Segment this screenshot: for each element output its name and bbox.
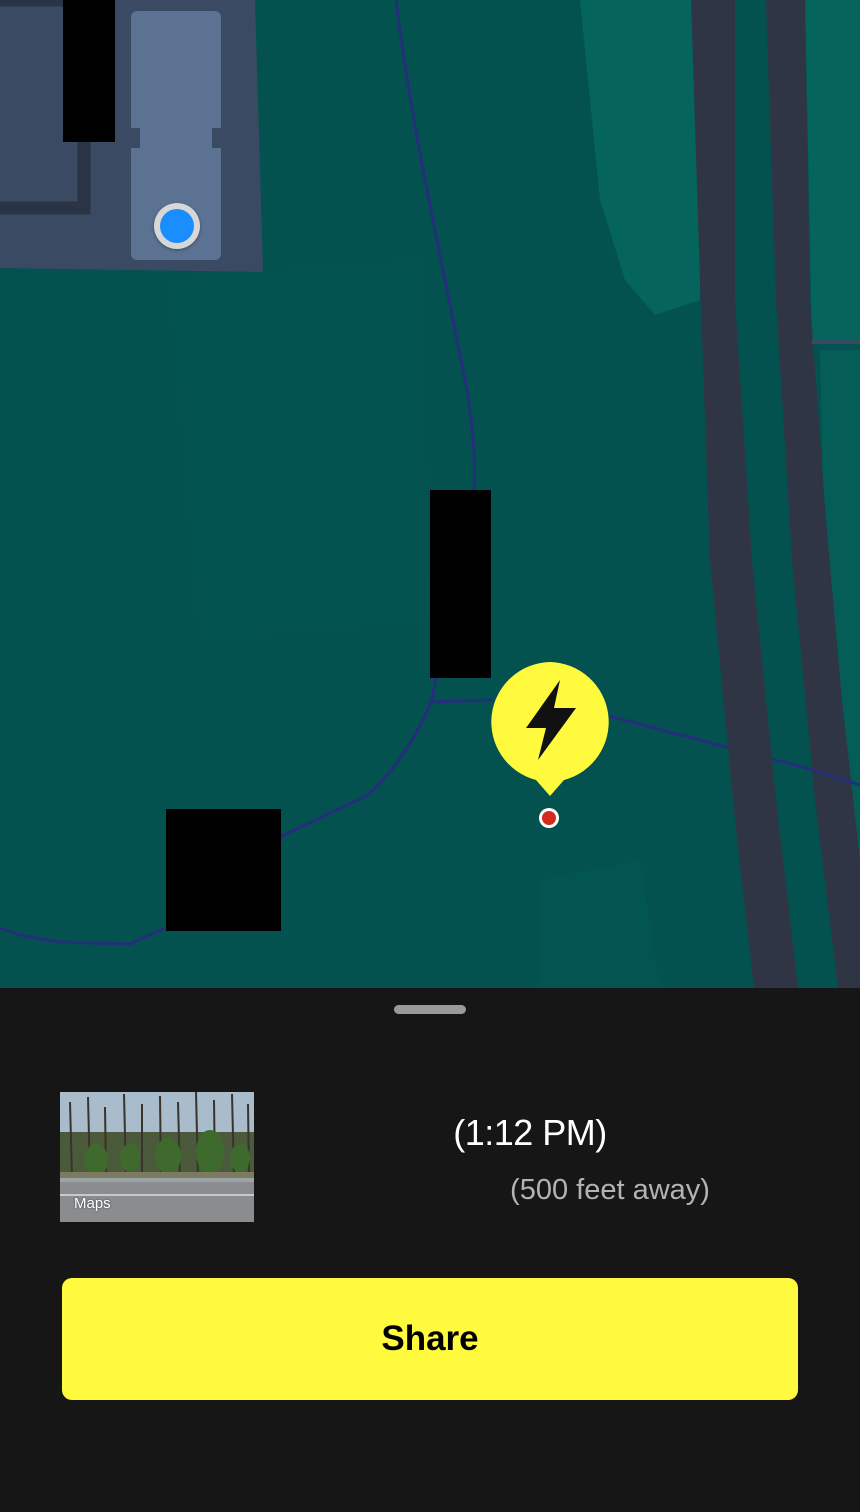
map-view[interactable] (0, 0, 860, 988)
app-screen: Maps (1:12 PM) (500 feet away) Share (0, 0, 860, 1512)
user-location-dot (154, 203, 200, 249)
pin-location-marker-inner (542, 811, 556, 825)
pin-location-marker (539, 808, 559, 828)
redacted-label-3 (166, 809, 281, 931)
redacted-label-2 (430, 490, 491, 678)
distance-away: (500 feet away) (510, 1174, 710, 1206)
maps-attribution-label: Maps (74, 1195, 111, 1212)
capture-time: (1:12 PM) (453, 1112, 607, 1153)
maps-attribution: Maps (74, 1195, 111, 1212)
bottom-sheet: Maps (1:12 PM) (500 feet away) Share (0, 988, 860, 1512)
sheet-grabber-handle[interactable] (394, 1005, 466, 1014)
map-pin[interactable] (490, 662, 610, 796)
location-thumbnail[interactable]: Maps (60, 1092, 254, 1222)
user-location-dot-inner (160, 209, 194, 243)
share-button[interactable]: Share (62, 1278, 798, 1400)
redacted-label-1 (63, 0, 115, 142)
